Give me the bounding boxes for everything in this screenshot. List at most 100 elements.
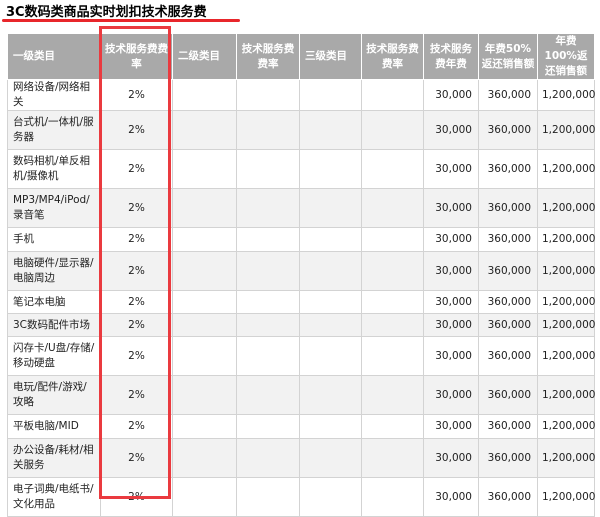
level2-category-cell <box>172 477 237 517</box>
table-header-row: 一级类目 技术服务费费率 二级类目 技术服务费费率 三级类目 技术服务费费率 技… <box>7 33 595 80</box>
level3-category-cell <box>299 110 362 150</box>
table-row: 台式机/一体机/服务器 2% 30,000 360,000 1,200,000 <box>7 110 595 150</box>
refund-100-cell: 1,200,000 <box>537 251 595 291</box>
table-row: MP3/MP4/iPod/录音笔 2% 30,000 360,000 1,200,000 <box>7 188 595 228</box>
level1-category-cell: 3C数码配件市场 <box>7 313 101 337</box>
header-level1-rate: 技术服务费费率 <box>100 33 173 80</box>
level3-rate-cell <box>361 336 424 376</box>
level1-category-cell: 台式机/一体机/服务器 <box>7 110 101 150</box>
level3-category-cell <box>299 313 362 337</box>
refund-100-cell: 1,200,000 <box>537 414 595 439</box>
fee-table: 一级类目 技术服务费费率 二级类目 技术服务费费率 三级类目 技术服务费费率 技… <box>7 33 595 517</box>
header-level3-rate: 技术服务费费率 <box>361 33 424 80</box>
level3-rate-cell <box>361 79 424 111</box>
refund-100-cell: 1,200,000 <box>537 227 595 252</box>
level3-rate-cell <box>361 188 424 228</box>
level2-category-cell <box>172 149 237 189</box>
level3-rate-cell <box>361 227 424 252</box>
refund-100-cell: 1,200,000 <box>537 313 595 337</box>
level2-rate-cell <box>236 110 300 150</box>
table-row: 办公设备/耗材/相关服务 2% 30,000 360,000 1,200,000 <box>7 438 595 478</box>
header-level2-category: 二级类目 <box>172 33 237 80</box>
refund-50-cell: 360,000 <box>478 414 538 439</box>
level1-category-cell: 手机 <box>7 227 101 252</box>
refund-100-cell: 1,200,000 <box>537 79 595 111</box>
refund-100-cell: 1,200,000 <box>537 110 595 150</box>
table-row: 3C数码配件市场 2% 30,000 360,000 1,200,000 <box>7 313 595 337</box>
refund-50-cell: 360,000 <box>478 188 538 228</box>
level1-category-cell: MP3/MP4/iPod/录音笔 <box>7 188 101 228</box>
refund-100-cell: 1,200,000 <box>537 375 595 415</box>
level3-category-cell <box>299 79 362 111</box>
table-row: 数码相机/单反相机/摄像机 2% 30,000 360,000 1,200,000 <box>7 149 595 189</box>
level1-rate-cell: 2% <box>100 149 173 189</box>
level3-category-cell <box>299 251 362 291</box>
annual-fee-cell: 30,000 <box>423 313 479 337</box>
refund-50-cell: 360,000 <box>478 251 538 291</box>
level3-rate-cell <box>361 149 424 189</box>
level3-category-cell <box>299 477 362 517</box>
level3-category-cell <box>299 290 362 314</box>
annual-fee-cell: 30,000 <box>423 438 479 478</box>
level3-category-cell <box>299 438 362 478</box>
refund-50-cell: 360,000 <box>478 110 538 150</box>
refund-100-cell: 1,200,000 <box>537 188 595 228</box>
refund-100-cell: 1,200,000 <box>537 336 595 376</box>
level2-category-cell <box>172 414 237 439</box>
refund-50-cell: 360,000 <box>478 227 538 252</box>
level1-category-cell: 平板电脑/MID <box>7 414 101 439</box>
level3-rate-cell <box>361 438 424 478</box>
level1-rate-cell: 2% <box>100 313 173 337</box>
header-level1-category: 一级类目 <box>7 33 101 80</box>
level2-category-cell <box>172 79 237 111</box>
level1-rate-cell: 2% <box>100 438 173 478</box>
table-row: 闪存卡/U盘/存储/移动硬盘 2% 30,000 360,000 1,200,000 <box>7 336 595 376</box>
level2-category-cell <box>172 227 237 252</box>
annual-fee-cell: 30,000 <box>423 251 479 291</box>
level2-rate-cell <box>236 79 300 111</box>
level1-category-cell: 数码相机/单反相机/摄像机 <box>7 149 101 189</box>
level2-category-cell <box>172 110 237 150</box>
level2-rate-cell <box>236 414 300 439</box>
level2-rate-cell <box>236 149 300 189</box>
annual-fee-cell: 30,000 <box>423 79 479 111</box>
level1-rate-cell: 2% <box>100 110 173 150</box>
level3-rate-cell <box>361 251 424 291</box>
refund-100-cell: 1,200,000 <box>537 438 595 478</box>
header-level2-rate: 技术服务费费率 <box>236 33 300 80</box>
table-row: 手机 2% 30,000 360,000 1,200,000 <box>7 227 595 252</box>
table-row: 电子词典/电纸书/文化用品 2% 30,000 360,000 1,200,000 <box>7 477 595 517</box>
level2-category-cell <box>172 251 237 291</box>
level3-category-cell <box>299 149 362 189</box>
level2-rate-cell <box>236 375 300 415</box>
level2-rate-cell <box>236 477 300 517</box>
annual-fee-cell: 30,000 <box>423 375 479 415</box>
annual-fee-cell: 30,000 <box>423 188 479 228</box>
level2-category-cell <box>172 188 237 228</box>
level2-category-cell <box>172 375 237 415</box>
level1-category-cell: 电子词典/电纸书/文化用品 <box>7 477 101 517</box>
refund-50-cell: 360,000 <box>478 336 538 376</box>
level1-category-cell: 办公设备/耗材/相关服务 <box>7 438 101 478</box>
level3-rate-cell <box>361 110 424 150</box>
level2-rate-cell <box>236 188 300 228</box>
level1-rate-cell: 2% <box>100 290 173 314</box>
table-row: 电脑硬件/显示器/电脑周边 2% 30,000 360,000 1,200,000 <box>7 251 595 291</box>
refund-100-cell: 1,200,000 <box>537 149 595 189</box>
level2-rate-cell <box>236 290 300 314</box>
annual-fee-cell: 30,000 <box>423 110 479 150</box>
level1-category-cell: 网络设备/网络相关 <box>7 79 101 111</box>
level3-rate-cell <box>361 313 424 337</box>
level2-rate-cell <box>236 227 300 252</box>
level3-category-cell <box>299 336 362 376</box>
level1-rate-cell: 2% <box>100 375 173 415</box>
header-refund-50: 年费50%返还销售额 <box>478 33 538 80</box>
table-row: 笔记本电脑 2% 30,000 360,000 1,200,000 <box>7 290 595 314</box>
level1-rate-cell: 2% <box>100 79 173 111</box>
level1-rate-cell: 2% <box>100 227 173 252</box>
table-row: 平板电脑/MID 2% 30,000 360,000 1,200,000 <box>7 414 595 439</box>
annual-fee-cell: 30,000 <box>423 149 479 189</box>
annual-fee-cell: 30,000 <box>423 477 479 517</box>
level1-category-cell: 电脑硬件/显示器/电脑周边 <box>7 251 101 291</box>
header-annual-fee: 技术服务费年费 <box>423 33 479 80</box>
